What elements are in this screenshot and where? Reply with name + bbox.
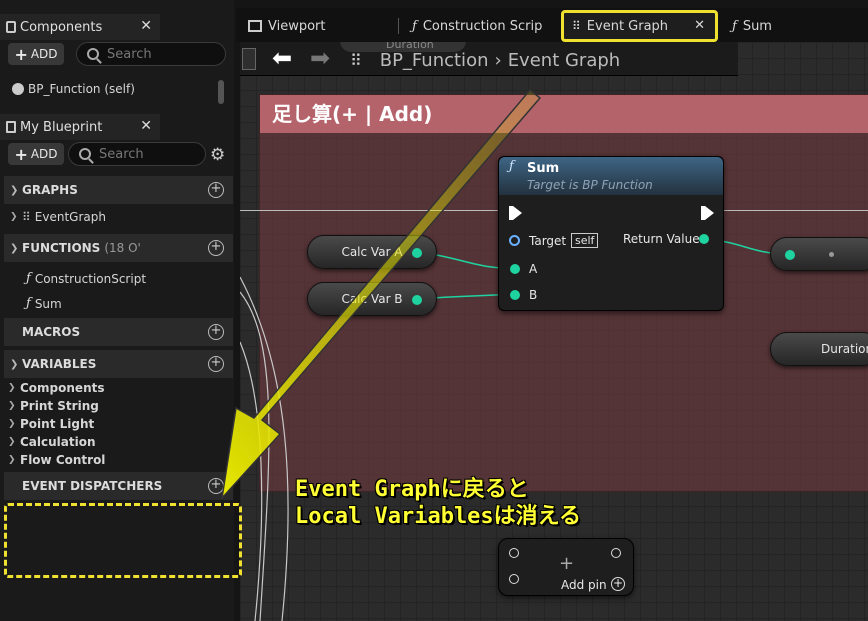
annotation-line-2: Local Variablesは消える bbox=[295, 504, 582, 529]
event-dispatchers-highlight bbox=[4, 503, 242, 578]
annotation-text: Event Graphに戻ると Local Variablesは消える bbox=[295, 476, 581, 530]
annotation-line-1: Event Graphに戻ると bbox=[295, 477, 529, 502]
